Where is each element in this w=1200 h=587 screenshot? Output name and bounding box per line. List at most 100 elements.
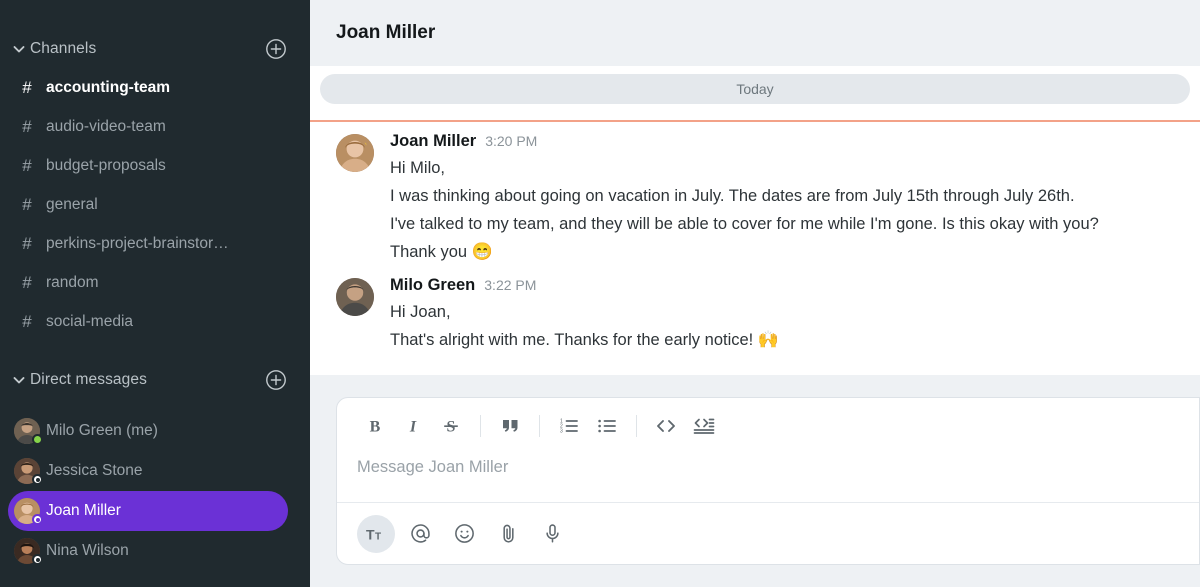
- status-indicator-offline: [32, 474, 43, 485]
- message-body: Joan Miller 3:20 PM Hi Milo, I was think…: [390, 132, 1174, 266]
- code-block-icon[interactable]: [686, 408, 722, 444]
- status-indicator-offline: [32, 514, 43, 525]
- bold-icon[interactable]: B: [357, 408, 393, 444]
- message-timestamp: 3:20 PM: [485, 133, 538, 149]
- svg-text:B: B: [370, 419, 381, 436]
- sidebar-item-label: social-media: [46, 312, 134, 330]
- hash-icon: #: [22, 116, 32, 136]
- sidebar-item-label: budget-proposals: [46, 156, 166, 174]
- message-line-with-emoji: That's alright with me. Thanks for the e…: [390, 326, 1174, 354]
- message-item: Milo Green 3:22 PM Hi Joan, That's alrig…: [310, 266, 1200, 354]
- sidebar-item-label: general: [46, 195, 98, 213]
- italic-icon[interactable]: I: [395, 408, 431, 444]
- svg-text:I: I: [409, 419, 417, 436]
- message-input[interactable]: Message Joan Miller: [337, 454, 1199, 502]
- toolbar-separator: [636, 415, 637, 437]
- message-line: I've talked to my team, and they will be…: [390, 215, 1099, 233]
- hash-icon: #: [22, 311, 32, 331]
- sidebar-item-label: Nina Wilson: [46, 542, 129, 559]
- grinning-face-emoji: 😁: [471, 242, 493, 261]
- plus-circle-icon[interactable]: [264, 37, 288, 61]
- hash-icon: #: [22, 77, 32, 97]
- code-icon[interactable]: [648, 408, 684, 444]
- sidebar-item-label: audio-video-team: [46, 117, 166, 135]
- message-author: Joan Miller: [390, 132, 477, 150]
- message-list[interactable]: Today Joan Miller 3:20 PM Hi Milo, I was…: [310, 66, 1200, 375]
- hash-icon: #: [22, 233, 32, 253]
- avatar: [8, 498, 46, 525]
- bulleted-list-icon[interactable]: [589, 408, 625, 444]
- attachment-icon[interactable]: [489, 515, 527, 553]
- strikethrough-icon[interactable]: S: [433, 408, 469, 444]
- sidebar-item-audio-video-team[interactable]: # audio-video-team: [8, 107, 288, 146]
- message-meta: Joan Miller 3:20 PM: [390, 132, 1174, 151]
- sidebar: Channels # accounting-team # audio-video…: [0, 0, 310, 587]
- sidebar-item-general[interactable]: # general: [8, 185, 288, 224]
- messaging-app: Channels # accounting-team # audio-video…: [0, 0, 1200, 587]
- avatar: [8, 418, 46, 445]
- message-author: Milo Green: [390, 276, 476, 294]
- sidebar-item-perkins-project-brainstorm[interactable]: # perkins-project-brainstor…: [8, 224, 288, 263]
- hash-icon: #: [22, 272, 32, 292]
- avatar[interactable]: [336, 134, 374, 172]
- sidebar-item-social-media[interactable]: # social-media: [8, 302, 288, 341]
- svg-text:T: T: [375, 531, 381, 542]
- day-divider-label: Today: [736, 81, 774, 97]
- composer-action-bar: TT: [337, 502, 1199, 564]
- toolbar-separator: [480, 415, 481, 437]
- avatar: [8, 538, 46, 565]
- microphone-icon[interactable]: [533, 515, 571, 553]
- direct-messages-section-title: Direct messages: [30, 371, 147, 388]
- sidebar-item-label: Jessica Stone: [46, 462, 143, 479]
- channels-section-header[interactable]: Channels: [0, 30, 310, 68]
- sidebar-item-label: Milo Green (me): [46, 422, 158, 439]
- message-meta: Milo Green 3:22 PM: [390, 276, 1174, 295]
- message-input-placeholder: Message Joan Miller: [357, 458, 509, 476]
- message-line: I was thinking about going on vacation i…: [390, 187, 1075, 205]
- sidebar-item-random[interactable]: # random: [8, 263, 288, 302]
- ordered-list-icon[interactable]: 123: [551, 408, 587, 444]
- message-line-with-emoji: Thank you 😁: [390, 238, 1174, 266]
- formatting-toolbar: B I S 123: [337, 398, 1199, 454]
- sidebar-item-joan-miller[interactable]: Joan Miller: [8, 491, 288, 531]
- chevron-down-icon[interactable]: [8, 41, 30, 57]
- main-panel: Joan Miller Today Joan Miller 3:20 PM Hi…: [310, 0, 1200, 587]
- sidebar-item-label: Joan Miller: [46, 502, 121, 519]
- mention-icon[interactable]: [401, 515, 439, 553]
- avatar: [8, 458, 46, 485]
- day-divider: Today: [320, 74, 1190, 104]
- sidebar-item-accounting-team[interactable]: # accounting-team: [8, 68, 288, 107]
- text-format-icon[interactable]: TT: [357, 514, 395, 553]
- raising-hands-emoji: 🙌: [757, 330, 780, 349]
- svg-text:3: 3: [560, 429, 563, 435]
- hash-icon: #: [22, 194, 32, 214]
- sidebar-item-jessica-stone[interactable]: Jessica Stone: [8, 451, 288, 491]
- chevron-down-icon[interactable]: [8, 372, 30, 388]
- sidebar-item-label: random: [46, 273, 99, 291]
- plus-circle-icon[interactable]: [264, 368, 288, 392]
- toolbar-separator: [539, 415, 540, 437]
- status-indicator-offline: [32, 554, 43, 565]
- svg-text:T: T: [366, 526, 375, 542]
- quote-icon[interactable]: [492, 408, 528, 444]
- sidebar-item-label: accounting-team: [46, 78, 171, 96]
- message-line-text: That's alright with me. Thanks for the e…: [390, 331, 758, 349]
- message-line-text: Thank you: [390, 243, 472, 261]
- message-composer: B I S 123: [336, 397, 1200, 565]
- direct-messages-section-header[interactable]: Direct messages: [0, 361, 310, 399]
- page-title: Joan Miller: [336, 22, 436, 43]
- avatar[interactable]: [336, 278, 374, 316]
- sidebar-item-budget-proposals[interactable]: # budget-proposals: [8, 146, 288, 185]
- emoji-icon[interactable]: [445, 515, 483, 553]
- sidebar-item-milo-green[interactable]: Milo Green (me): [8, 411, 288, 451]
- status-indicator-online: [32, 434, 43, 445]
- chat-header: Joan Miller: [310, 0, 1200, 66]
- hash-icon: #: [22, 155, 32, 175]
- sidebar-item-label: perkins-project-brainstor…: [46, 234, 229, 252]
- message-body: Milo Green 3:22 PM Hi Joan, That's alrig…: [390, 276, 1174, 354]
- message-timestamp: 3:22 PM: [484, 277, 537, 293]
- sidebar-item-nina-wilson[interactable]: Nina Wilson: [8, 531, 288, 571]
- message-line: Hi Joan,: [390, 303, 451, 321]
